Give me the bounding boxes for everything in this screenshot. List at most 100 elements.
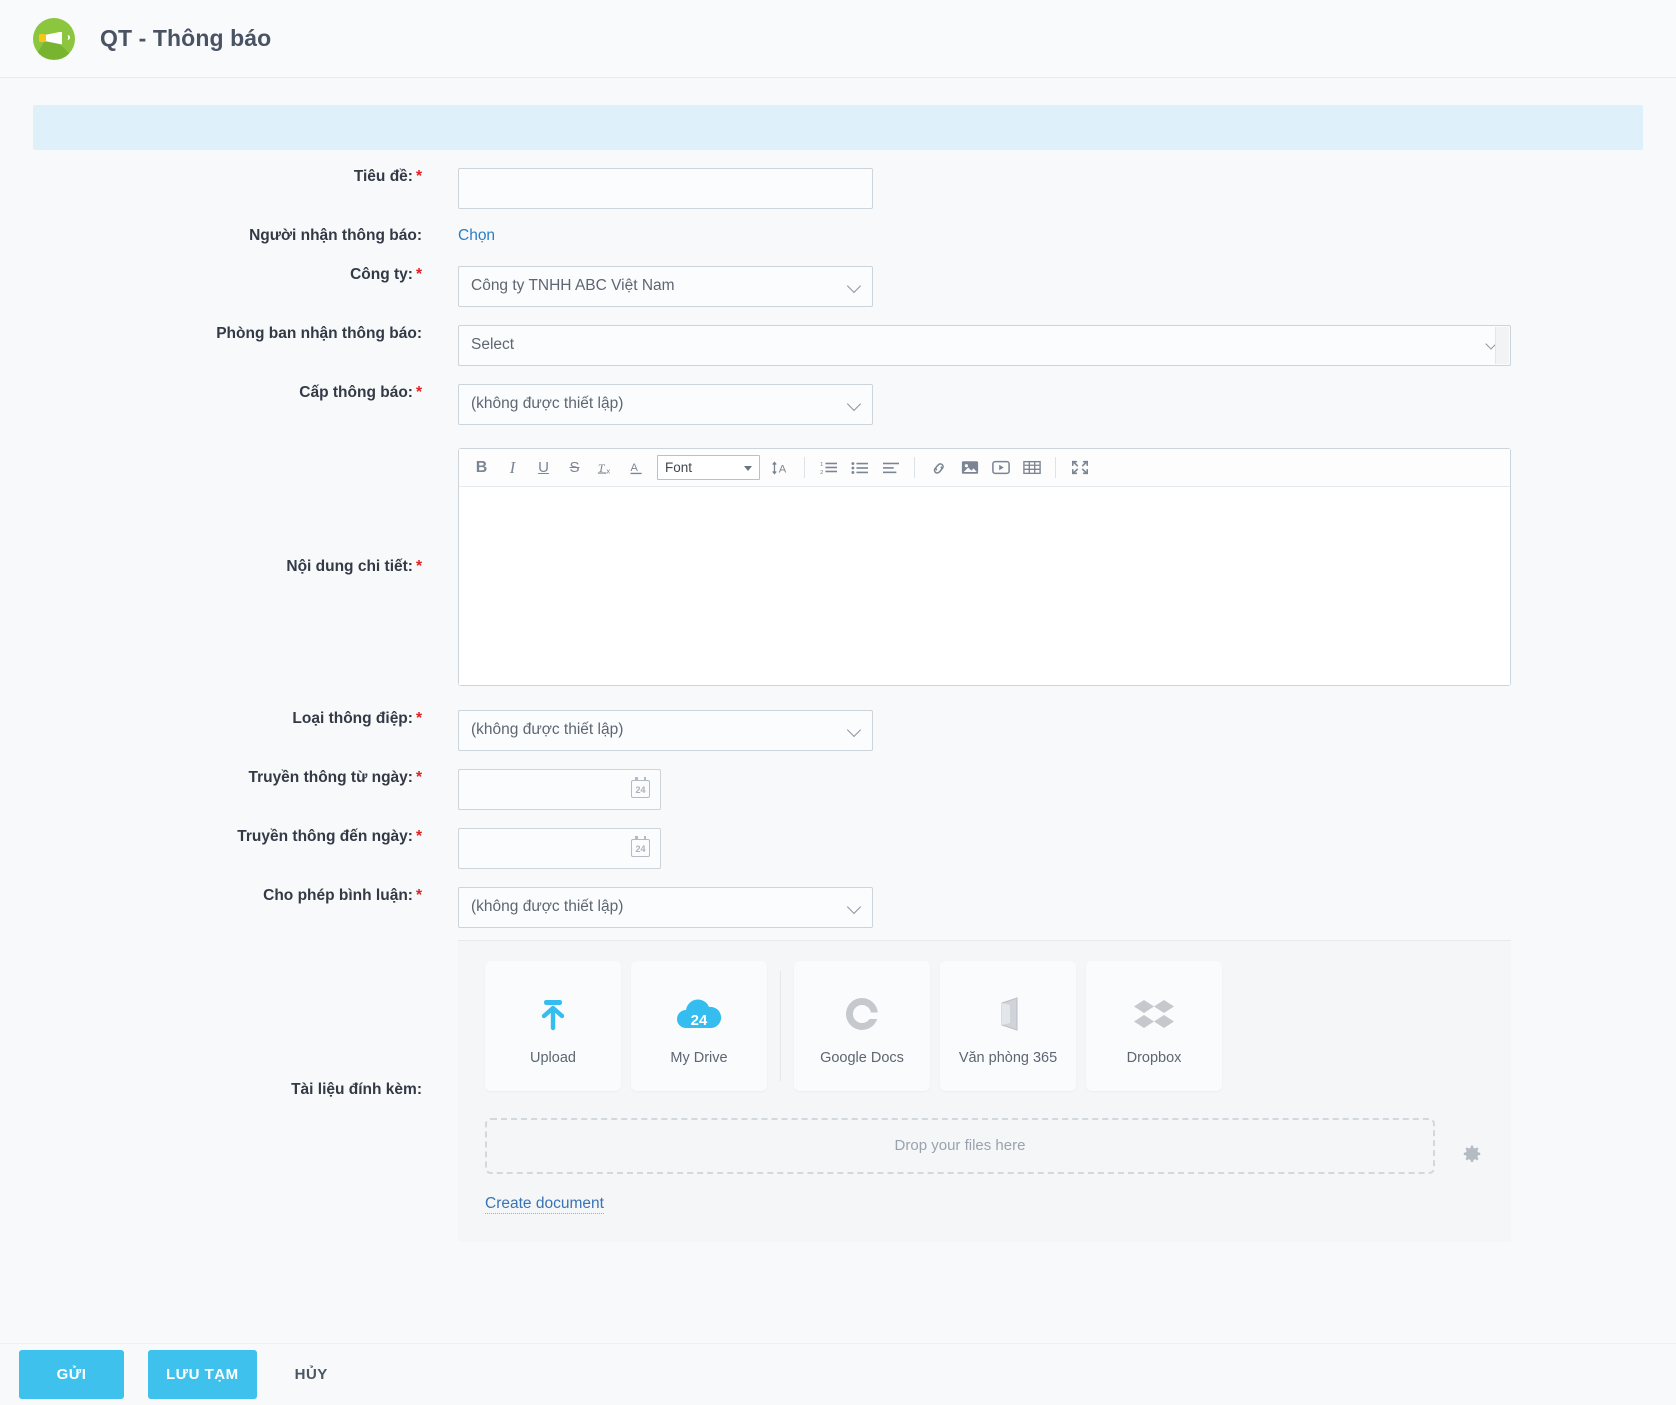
svg-text:A: A [779,463,787,475]
underline-icon[interactable]: U [529,454,558,482]
text-color-icon[interactable]: A [622,454,651,482]
strikethrough-icon[interactable]: S [560,454,589,482]
required-mark: * [415,265,422,283]
upload-icon [531,986,575,1042]
attachment-tile-office365[interactable]: Văn phòng 365 [940,960,1076,1091]
form-row-level: Cấp thông báo: * (không được thiết lập) [33,383,1643,425]
form-row-attachments: Tài liệu đính kèm: Upload 24 My Drive Go… [33,939,1643,1242]
company-select[interactable]: Công ty TNHH ABC Việt Nam [458,265,873,307]
form-row-department: Phòng ban nhận thông báo: Select [33,324,1643,366]
dropzone-text: Drop your files here [894,1137,1026,1155]
form-footer: GỬI LƯU TẠM HỦY [0,1343,1676,1405]
form-row-message-type: Loại thông điệp: * (không được thiết lập) [33,709,1643,751]
label-from-date-text: Truyền thông từ ngày: [248,768,413,786]
video-icon[interactable] [986,454,1015,482]
label-attachments: Tài liệu đính kèm: [291,1081,422,1099]
required-mark: * [415,768,422,786]
svg-text:A: A [631,462,639,474]
notification-form: Tiêu đề: * Người nhận thông báo: Chọn Côn… [0,150,1676,1242]
attachment-tile-label: Upload [530,1049,576,1066]
chevron-down-icon [744,466,752,472]
attachment-source-tiles: Upload 24 My Drive Google Docs Văn phòng… [458,960,1511,1091]
attachment-tile-google-docs[interactable]: Google Docs [794,960,930,1091]
google-docs-icon [840,986,884,1042]
choose-recipient-link[interactable]: Chọn [458,227,495,244]
form-row-from-date: Truyền thông từ ngày: * 24 [33,768,1643,810]
align-left-icon[interactable] [876,454,905,482]
numbered-list-icon[interactable]: 1 2 [814,454,843,482]
office-365-icon [986,986,1030,1042]
calendar-icon[interactable]: 24 [631,836,650,858]
company-select-value: Công ty TNHH ABC Việt Nam [471,277,675,295]
label-content: Nội dung chi tiết: * [33,558,458,577]
select-scroll-cap [1495,326,1509,364]
calendar-icon[interactable]: 24 [631,777,650,799]
app-header: QT - Thông báo [0,0,1676,78]
department-select[interactable]: Select [458,324,1511,366]
save-draft-button[interactable]: LƯU TẠM [148,1350,257,1399]
required-mark: * [415,383,422,401]
form-row-recipient: Người nhận thông báo: Chọn [33,227,1643,246]
label-comment: Cho phép bình luận: * [33,887,458,906]
create-document-link[interactable]: Create document [485,1195,604,1214]
required-mark: * [415,557,422,575]
form-row-comment: Cho phép bình luận: * (không được thiết l… [33,886,1643,928]
svg-text:24: 24 [691,1012,708,1029]
dropbox-icon [1132,986,1176,1042]
required-mark: * [415,709,422,727]
chevron-down-icon [849,724,862,737]
attachment-tile-dropbox[interactable]: Dropbox [1086,960,1222,1091]
message-type-value: (không được thiết lập) [471,721,624,739]
attachment-tile-my-drive[interactable]: 24 My Drive [631,960,767,1091]
bold-icon[interactable]: B [467,454,496,482]
table-icon[interactable] [1017,454,1046,482]
editor-toolbar: B I U S Tx A Font A 1 2 [459,449,1510,488]
to-date-input[interactable]: 24 [458,827,661,869]
form-row-title: Tiêu đề: * [33,168,1643,209]
remove-format-icon[interactable]: Tx [591,454,620,482]
chevron-down-icon [849,398,862,411]
form-row-content: Nội dung chi tiết: * B I U S Tx A Font A… [33,445,1643,690]
title-input[interactable] [458,168,873,209]
label-title-text: Tiêu đề: [353,168,413,185]
font-size-icon[interactable]: A [766,454,795,482]
rich-text-editor: B I U S Tx A Font A 1 2 [458,448,1511,687]
page-title: QT - Thông báo [100,25,272,51]
label-to-date-text: Truyền thông đến ngày: [237,827,413,845]
svg-text:x: x [606,467,610,476]
fullscreen-icon[interactable] [1065,454,1094,482]
attachment-panel: Upload 24 My Drive Google Docs Văn phòng… [458,939,1511,1242]
toolbar-separator [804,457,805,479]
label-content-text: Nội dung chi tiết: [286,557,413,575]
bullet-list-icon[interactable] [845,454,874,482]
image-icon[interactable] [955,454,984,482]
editor-content-area[interactable] [459,487,1510,686]
submit-button[interactable]: GỬI [19,1350,124,1399]
label-from-date: Truyền thông từ ngày: * [33,769,458,788]
required-mark: * [415,886,422,904]
svg-text:2: 2 [820,470,823,476]
file-dropzone[interactable]: Drop your files here [485,1117,1435,1174]
level-select[interactable]: (không được thiết lập) [458,383,873,425]
message-type-select[interactable]: (không được thiết lập) [458,709,873,751]
form-row-to-date: Truyền thông đến ngày: * 24 [33,827,1643,869]
cancel-button[interactable]: HỦY [281,1366,342,1383]
label-message-type-text: Loại thông điệp: [292,709,413,727]
font-family-select[interactable]: Font [657,455,760,481]
form-row-company: Công ty: * Công ty TNHH ABC Việt Nam [33,265,1643,307]
svg-text:1: 1 [820,462,823,468]
required-mark: * [415,827,422,845]
comment-select[interactable]: (không được thiết lập) [458,886,873,928]
chevron-down-icon [849,901,862,914]
attachment-tile-label: Văn phòng 365 [958,1049,1058,1066]
label-level: Cấp thông báo: * [33,384,458,403]
toolbar-separator [914,457,915,479]
italic-icon[interactable]: I [498,454,527,482]
attachment-tile-upload[interactable]: Upload [485,960,621,1091]
gear-icon[interactable] [1461,1144,1483,1166]
megaphone-icon [33,17,75,60]
attachment-tile-label: My Drive [670,1049,728,1066]
tile-divider [780,970,781,1081]
link-icon[interactable] [924,454,953,482]
from-date-input[interactable]: 24 [458,768,661,810]
